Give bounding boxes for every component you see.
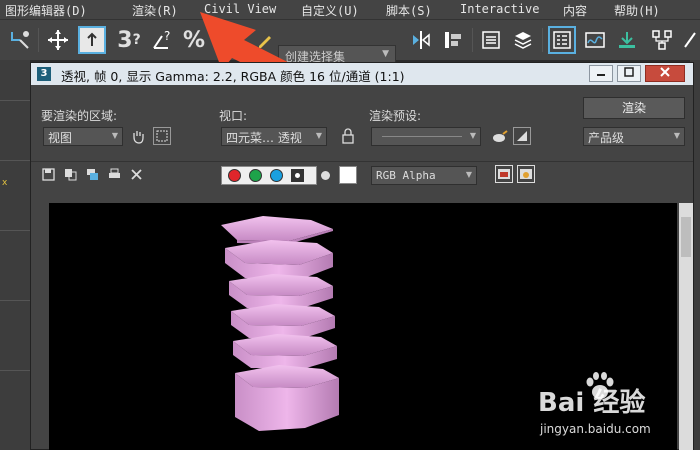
copy-image-icon[interactable] <box>63 167 77 181</box>
grid-line <box>0 160 30 161</box>
slice <box>235 365 339 431</box>
channel-toggle-group <box>221 166 317 185</box>
area-to-render-value: 视图 <box>48 131 73 145</box>
align-icon[interactable] <box>440 26 466 54</box>
grid-line <box>0 300 30 301</box>
more-tools-icon[interactable] <box>682 26 700 54</box>
toggle-ui-icon[interactable] <box>517 165 535 183</box>
app-3dsmax-icon: 3 <box>37 67 51 81</box>
move-icon[interactable] <box>44 26 72 54</box>
menu-help[interactable]: 帮助(H) <box>614 2 660 19</box>
rendered-hexagon-stack-image <box>221 216 339 431</box>
grid-line <box>0 370 30 371</box>
scrollbar-thumb[interactable] <box>681 217 691 257</box>
schematic-view-icon[interactable] <box>614 26 640 54</box>
display-channel-value: RGB Alpha <box>376 169 436 182</box>
maximize-icon <box>624 67 634 77</box>
area-to-render-label: 要渲染的区域: <box>41 109 118 123</box>
viewport-label: 视口: <box>219 109 248 123</box>
curve-editor-icon[interactable] <box>582 26 608 54</box>
layer-explorer-icon[interactable] <box>510 26 536 54</box>
chevron-down-icon: ▼ <box>673 131 680 140</box>
select-object-icon[interactable] <box>78 26 106 54</box>
display-channel-dropdown[interactable]: RGB Alpha ▼ <box>371 166 477 185</box>
render-preset-label: 渲染预设: <box>369 109 422 123</box>
render-button[interactable]: 渲染 <box>583 97 685 119</box>
vertical-scrollbar[interactable] <box>679 203 693 450</box>
print-image-icon[interactable] <box>107 167 121 181</box>
render-setup-teapot-icon[interactable] <box>491 127 509 145</box>
render-quality-value: 产品级 <box>588 131 625 145</box>
chevron-down-icon: ▼ <box>315 131 322 140</box>
toolbar-separator <box>542 28 543 52</box>
background-color-swatch[interactable] <box>339 166 357 184</box>
clear-image-icon[interactable] <box>129 167 143 181</box>
frame-buffer-toolbar: RGB Alpha ▼ <box>31 161 693 187</box>
snap-3d-icon[interactable]: 3? <box>114 26 144 54</box>
render-frame-window: 3 透视, 帧 0, 显示 Gamma: 2.2, RGBA 颜色 16 位/通… <box>30 62 694 450</box>
toggle-ribbon-icon[interactable] <box>548 26 576 54</box>
toolbar-separator <box>472 28 473 52</box>
render-preset-dropdown[interactable]: ▼ <box>371 127 481 146</box>
viewport-dropdown[interactable]: 四元菜… 透视 ▼ <box>221 127 327 146</box>
render-settings-panel: 要渲染的区域: 视图 ▼ 视口: 四元菜… 透视 ▼ 渲染预设: ▼ 渲染 产品… <box>31 93 693 153</box>
menu-interactive[interactable]: Interactive <box>460 2 539 16</box>
slice <box>233 334 337 369</box>
preset-divider <box>382 136 462 137</box>
mirror-icon[interactable] <box>408 26 434 54</box>
scene-explorer-icon[interactable] <box>478 26 504 54</box>
render-quality-dropdown[interactable]: 产品级 ▼ <box>583 127 685 146</box>
menu-graph-editors[interactable]: 图形编辑器(D) <box>5 2 87 19</box>
render-setup-icon[interactable] <box>648 26 676 54</box>
grid-line <box>0 100 30 101</box>
grid-line <box>0 230 30 231</box>
viewport-value: 四元菜… 透视 <box>226 131 302 145</box>
green-channel-toggle[interactable] <box>249 169 262 182</box>
area-to-render-dropdown[interactable]: 视图 ▼ <box>43 127 123 146</box>
close-button[interactable] <box>645 65 685 82</box>
left-command-area: x <box>0 60 30 450</box>
alpha-dot-icon <box>295 173 300 178</box>
slice <box>231 304 335 339</box>
environment-effects-icon[interactable] <box>513 127 531 145</box>
slice <box>229 274 333 309</box>
toolbar-separator <box>38 28 39 52</box>
red-channel-toggle[interactable] <box>228 169 241 182</box>
chevron-down-icon: ▼ <box>111 131 118 140</box>
chevron-down-icon: ▼ <box>469 131 476 140</box>
lock-icon[interactable] <box>339 127 357 145</box>
alpha-channel-toggle[interactable] <box>291 169 304 182</box>
auto-region-icon[interactable] <box>153 127 171 145</box>
close-icon <box>660 67 670 77</box>
bind-spacewarp-icon[interactable] <box>6 26 34 54</box>
maximize-button[interactable] <box>617 65 641 82</box>
minimize-icon <box>597 74 605 76</box>
slice <box>225 240 333 280</box>
window-title: 透视, 帧 0, 显示 Gamma: 2.2, RGBA 颜色 16 位/通道 … <box>61 69 405 84</box>
chevron-down-icon: ▼ <box>382 49 389 59</box>
chevron-down-icon: ▼ <box>465 170 472 179</box>
menu-content[interactable]: 内容 <box>563 2 587 19</box>
hand-pan-icon[interactable] <box>129 127 147 145</box>
window-titlebar[interactable]: 3 透视, 帧 0, 显示 Gamma: 2.2, RGBA 颜色 16 位/通… <box>31 63 693 85</box>
rendered-image-canvas <box>49 203 677 450</box>
axis-x-marker: x <box>2 178 8 188</box>
minimize-button[interactable] <box>589 65 613 82</box>
monochrome-toggle-icon[interactable] <box>321 171 330 180</box>
clone-frame-window-icon[interactable] <box>85 167 99 181</box>
toggle-ui-overlay-icon[interactable] <box>495 165 513 183</box>
save-image-icon[interactable] <box>41 167 55 181</box>
menu-scripting[interactable]: 脚本(S) <box>386 2 432 19</box>
blue-channel-toggle[interactable] <box>270 169 283 182</box>
